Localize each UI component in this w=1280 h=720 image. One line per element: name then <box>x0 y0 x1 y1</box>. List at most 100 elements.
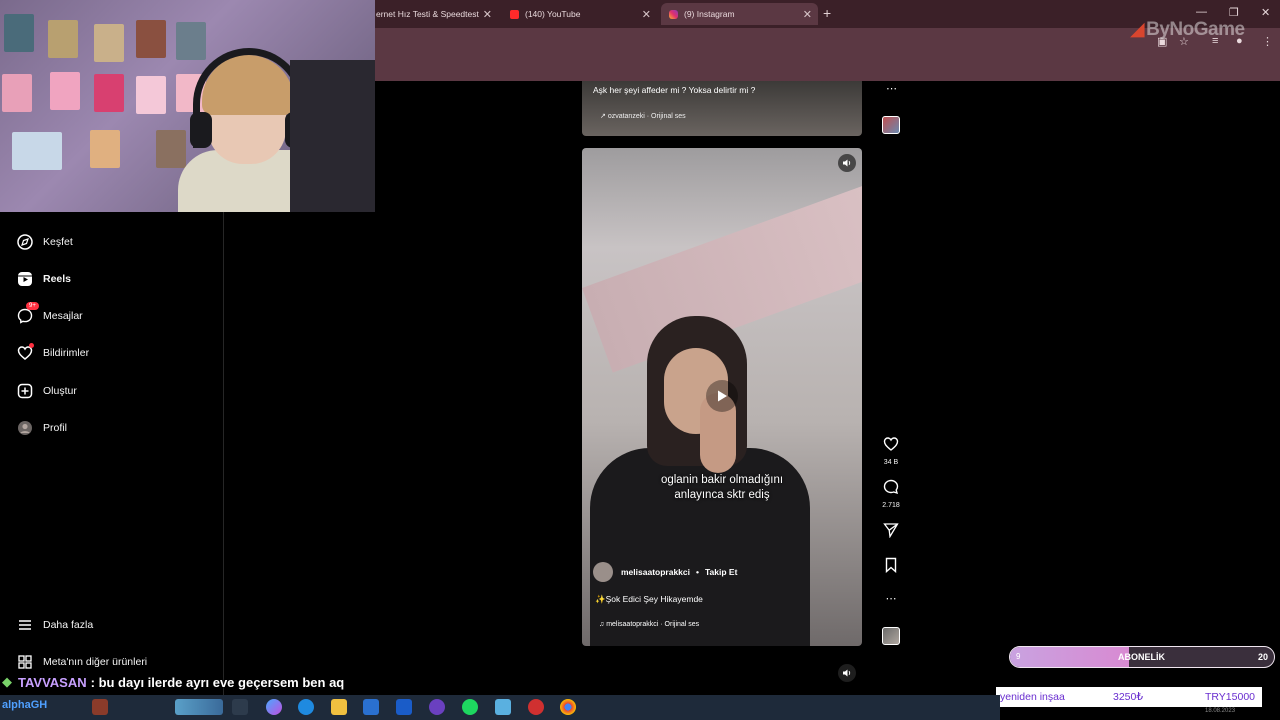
store-icon[interactable] <box>363 699 379 715</box>
subscriber-goal-fill <box>1010 647 1129 667</box>
sidebar-item-reels[interactable]: Reels <box>16 270 71 288</box>
poster <box>136 76 166 114</box>
tab-close-icon[interactable]: ✕ <box>483 8 492 21</box>
audio-thumbnail[interactable] <box>882 627 900 645</box>
sidebar-item-kesfet[interactable]: Keşfet <box>16 233 73 251</box>
audio-thumbnail[interactable] <box>882 116 900 134</box>
more-options-icon[interactable]: ⋯ <box>876 592 906 605</box>
watermark: ◢ ByNoGame <box>1130 19 1245 40</box>
stream-chat-message: ◆ TAVVASAN : bu dayı ilerde ayrı eve geç… <box>2 672 344 692</box>
taskbar-user: alphaGH <box>2 699 48 711</box>
poster <box>4 14 34 52</box>
reel-video[interactable]: oglanin bakir olmadığını anlayınca sktr … <box>582 148 862 646</box>
edge-icon[interactable] <box>298 699 314 715</box>
windows-taskbar: alphaGH <box>0 695 1000 720</box>
webcam-overlay <box>0 0 375 212</box>
poster <box>136 20 166 58</box>
app-icon[interactable] <box>528 699 544 715</box>
comment-button[interactable]: 2.718 <box>876 479 906 509</box>
compass-icon <box>16 233 34 251</box>
poster <box>176 22 206 60</box>
like-button[interactable]: 34 B <box>876 436 906 466</box>
plus-square-icon <box>16 382 34 400</box>
new-tab-button[interactable]: + <box>823 5 831 21</box>
heart-icon <box>883 437 899 451</box>
sidebar-item-profil[interactable]: Profil <box>16 419 67 437</box>
diamond-icon: ◆ <box>2 674 12 689</box>
instagram-sidebar: Keşfet Reels 9+ Mesajlar Bildirimler Olu… <box>0 212 224 702</box>
tab-close-icon[interactable]: ✕ <box>642 8 651 21</box>
sidebar-item-meta[interactable]: Meta'nın diğer ürünleri <box>16 653 147 671</box>
tab-close-icon[interactable]: ✕ <box>803 8 812 21</box>
spotify-icon[interactable] <box>462 699 478 715</box>
donation-goal-current: 3250₺ <box>1113 691 1144 703</box>
play-icon[interactable] <box>706 380 738 412</box>
hamburger-icon <box>16 616 34 634</box>
taskbar-app-icon[interactable] <box>92 699 108 715</box>
reel-audio[interactable]: ♫ melisaatoprakkci · Orijinal ses <box>599 621 699 628</box>
donation-goal-target: TRY15000 <box>1205 691 1256 703</box>
subscriber-goal-start: 9 <box>1016 652 1021 661</box>
task-view-icon[interactable] <box>232 699 248 715</box>
tab-youtube[interactable]: (140) YouTube ✕ <box>502 3 657 25</box>
reel-audio[interactable]: ↗ ozvatanzeki · Orijinal ses <box>600 112 686 120</box>
poster <box>2 74 32 112</box>
screen: ernet Hız Testi & Speedtest ✕ (140) YouT… <box>0 0 1280 720</box>
youtube-icon <box>510 9 519 19</box>
like-count: 34 B <box>883 459 899 466</box>
chrome-icon[interactable] <box>560 699 576 715</box>
author-name[interactable]: melisaatoprakkci <box>621 567 690 577</box>
app-icon[interactable] <box>429 699 445 715</box>
sidebar-item-label: Mesajlar <box>43 310 83 322</box>
chat-username: TAVVASAN <box>18 674 87 690</box>
microphone-arm <box>290 60 375 212</box>
meta-apps-icon <box>16 653 34 671</box>
heart-icon <box>16 343 34 362</box>
copilot-icon[interactable] <box>266 699 282 715</box>
tab-label: (140) YouTube <box>525 9 581 19</box>
tab-instagram[interactable]: (9) Instagram ✕ <box>661 3 818 25</box>
donation-goal-bar: yeniden inşaa 3250₺ TRY15000 <box>996 687 1262 707</box>
close-window-button[interactable]: ✕ <box>1261 6 1270 19</box>
tab-speedtest[interactable]: ernet Hız Testi & Speedtest ✕ <box>368 3 498 25</box>
next-reel-volume-icon[interactable] <box>838 664 856 682</box>
sidebar-item-label: Meta'nın diğer ürünleri <box>43 656 148 668</box>
poster <box>94 24 124 62</box>
poster <box>156 130 186 168</box>
sidebar-item-label: Reels <box>43 273 72 285</box>
video-subtitle: oglanin bakir olmadığını anlayınca sktr … <box>660 474 784 501</box>
reel-previous[interactable]: Aşk her şeyi affeder mi ? Yoksa delirtir… <box>582 81 862 136</box>
menu-icon[interactable]: ⋮ <box>1262 35 1273 48</box>
avatar-icon <box>16 419 34 437</box>
comment-count: 2.718 <box>882 502 900 509</box>
save-button[interactable] <box>876 557 906 578</box>
reel-caption[interactable]: ✨Şok Edici Şey Hikayemde <box>595 594 703 605</box>
outlook-icon[interactable] <box>396 699 412 715</box>
app-icon[interactable] <box>495 699 511 715</box>
reel-author: melisaatoprakkci • Takip Et <box>593 562 737 582</box>
author-avatar[interactable] <box>593 562 613 582</box>
poster <box>90 130 120 168</box>
taskbar-widget-icon[interactable] <box>175 699 223 715</box>
chat-text: : bu dayı ilerde ayrı eve geçersem ben a… <box>90 674 345 690</box>
sidebar-item-more[interactable]: Daha fazla <box>16 616 93 634</box>
share-button[interactable] <box>876 522 906 543</box>
headphone-ear <box>190 112 212 148</box>
minimize-button[interactable]: — <box>1196 6 1207 18</box>
follow-button[interactable]: Takip Et <box>705 567 737 577</box>
notification-dot <box>29 343 34 348</box>
folder-icon[interactable] <box>331 699 347 715</box>
donation-goal-label: yeniden inşaa <box>1000 691 1065 703</box>
poster <box>12 132 62 170</box>
flame-logo-icon: ◢ <box>1130 19 1145 40</box>
sidebar-item-olustur[interactable]: Oluştur <box>16 382 77 400</box>
reel-caption: Aşk her şeyi affeder mi ? Yoksa delirtir… <box>593 85 756 95</box>
subscriber-goal-target: 20 <box>1257 652 1268 662</box>
sidebar-item-label: Keşfet <box>43 236 73 248</box>
sidebar-item-bildirimler[interactable]: Bildirimler <box>16 343 89 362</box>
comment-icon <box>883 479 899 495</box>
messenger-icon: 9+ <box>16 302 39 325</box>
more-options-icon[interactable]: ⋯ <box>886 82 897 95</box>
volume-icon[interactable] <box>838 154 856 172</box>
sidebar-item-mesajlar[interactable]: 9+ Mesajlar <box>16 302 83 325</box>
